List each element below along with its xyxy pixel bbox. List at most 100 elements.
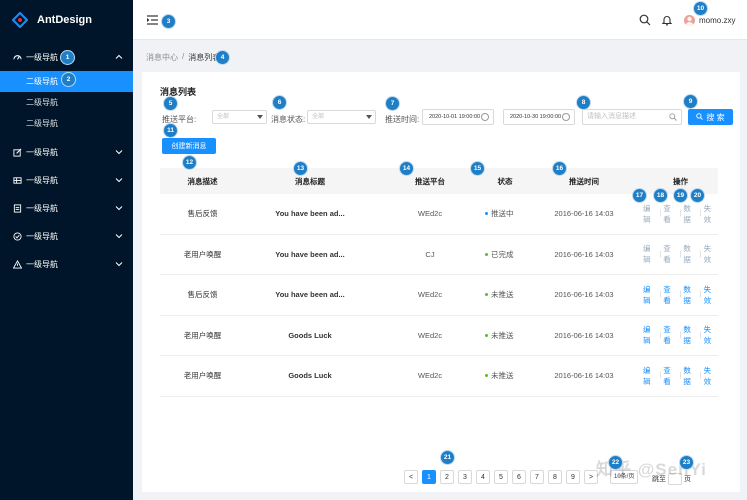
action-view-link[interactable]: 查看 <box>663 243 677 265</box>
edit-icon <box>12 147 22 157</box>
page-number-button[interactable]: 1 <box>422 470 436 484</box>
breadcrumb-separator: / <box>182 52 185 61</box>
action-view-link[interactable]: 查看 <box>663 365 677 387</box>
table-icon <box>12 175 22 185</box>
action-disable-link[interactable]: 失效 <box>704 203 718 225</box>
platform-select[interactable]: 全部 <box>212 110 267 124</box>
start-time-input[interactable]: 2020-10-01 19:00:00 <box>422 109 494 125</box>
marker-badge: 10 <box>693 1 708 16</box>
page-number-button[interactable]: 6 <box>512 470 526 484</box>
action-disable-link[interactable]: 失效 <box>704 324 718 346</box>
message-table: 消息描述 消息标题 推送平台 状态 推送时间 操作 售后反馈 You have b… <box>160 168 718 397</box>
message-title: Goods Luck <box>288 330 332 340</box>
prev-page-button[interactable]: < <box>404 470 418 484</box>
action-disable-link[interactable]: 失效 <box>704 284 718 306</box>
action-disable-link[interactable]: 失效 <box>704 365 718 387</box>
marker-badge: 22 <box>608 455 623 470</box>
marker-badge: 12 <box>182 155 197 170</box>
marker-badge: 5 <box>163 96 178 111</box>
marker-badge: 18 <box>653 188 668 203</box>
column-header: 状态 <box>497 176 513 186</box>
action-edit-link[interactable]: 编辑 <box>643 324 657 346</box>
message-platform: WEd2c <box>417 290 443 300</box>
message-title: You have been ad... <box>275 249 345 259</box>
sidebar-item-label: 一级导航 <box>26 175 58 185</box>
page-number-button[interactable]: 3 <box>458 470 472 484</box>
marker-badge: 3 <box>161 14 176 29</box>
bell-icon[interactable] <box>661 14 673 26</box>
sidebar-subitem-2[interactable]: 二级导航 <box>0 92 133 113</box>
clock-icon <box>562 113 570 121</box>
action-view-link[interactable]: 查看 <box>663 284 677 306</box>
action-data-link[interactable]: 数据 <box>683 284 697 306</box>
action-disable-link[interactable]: 失效 <box>704 243 718 265</box>
message-status: 已完成 <box>485 249 525 260</box>
profile-icon <box>12 203 22 213</box>
sidebar-item-2[interactable]: 一级导航 <box>0 138 133 166</box>
action-separator: | <box>679 250 682 258</box>
search-button[interactable]: 搜 索 <box>688 109 733 125</box>
table-row: 售后反馈 You have been ad... WEd2c 未推送 2016-06-1… <box>160 275 718 316</box>
message-desc: 老用户唤醒 <box>183 371 222 381</box>
status-text: 推送中 <box>491 209 514 219</box>
breadcrumb: 消息中心 / 消息列表 <box>146 52 220 63</box>
page-title: 消息列表 <box>160 87 197 97</box>
page-number-button[interactable]: 8 <box>548 470 562 484</box>
chevron-down-icon <box>115 204 123 212</box>
logo[interactable]: AntDesign <box>0 0 133 40</box>
action-edit-link[interactable]: 编辑 <box>643 365 657 387</box>
action-separator: | <box>659 372 662 380</box>
end-time-input[interactable]: 2020-10-30 19:00:00 <box>503 109 575 125</box>
action-edit-link[interactable]: 编辑 <box>643 243 657 265</box>
action-edit-link[interactable]: 编辑 <box>643 284 657 306</box>
action-separator: | <box>699 250 702 258</box>
message-desc: 售后反馈 <box>187 290 218 300</box>
table-row: 老用户唤醒 Goods Luck WEd2c 未推送 2016-06-16 14:03 编… <box>160 356 718 397</box>
action-view-link[interactable]: 查看 <box>663 203 677 225</box>
message-title: You have been ad... <box>275 290 345 300</box>
action-data-link[interactable]: 数据 <box>683 243 697 265</box>
sidebar-item-3[interactable]: 一级导航 <box>0 166 133 194</box>
message-time: 2016-06-16 14:03 <box>554 371 614 381</box>
sidebar-subitem-3[interactable]: 二级导航 <box>0 113 133 134</box>
table-body: 售后反馈 You have been ad... WEd2c 推送中 2016-06-1… <box>160 194 718 397</box>
action-data-link[interactable]: 数据 <box>683 203 697 225</box>
search-icon <box>669 113 677 121</box>
sidebar-item-6[interactable]: 一级导航 <box>0 250 133 278</box>
marker-badge: 13 <box>293 161 308 176</box>
action-data-link[interactable]: 数据 <box>683 365 697 387</box>
dashboard-icon <box>12 52 22 62</box>
row-actions: 编辑 | 查看 | 数据 | 失效 <box>643 324 718 346</box>
marker-badge: 9 <box>683 94 698 109</box>
status-select[interactable]: 全部 <box>307 110 376 124</box>
menu-fold-icon[interactable] <box>147 15 158 25</box>
page-number-button[interactable]: 9 <box>566 470 580 484</box>
status-text: 已完成 <box>491 249 514 259</box>
row-actions: 编辑 | 查看 | 数据 | 失效 <box>643 203 718 225</box>
message-status: 推送中 <box>485 208 525 219</box>
page-number-button[interactable]: 2 <box>440 470 454 484</box>
breadcrumb-parent[interactable]: 消息中心 <box>146 52 178 63</box>
message-platform: CJ <box>425 249 435 259</box>
page-number-button[interactable]: 7 <box>530 470 544 484</box>
status-text: 未推送 <box>491 330 514 340</box>
content-card: 消息列表 推送平台: 全部 消息状态: 全部 推送时间: 2020-10-01 … <box>142 72 740 492</box>
search-input[interactable]: 请输入消息描述 <box>582 109 682 125</box>
sidebar-item-4[interactable]: 一级导航 <box>0 194 133 222</box>
status-select-value: 全部 <box>312 114 325 120</box>
sidebar-item-5[interactable]: 一级导航 <box>0 222 133 250</box>
action-edit-link[interactable]: 编辑 <box>643 203 657 225</box>
username[interactable]: momo.zxy <box>699 16 735 25</box>
avatar[interactable] <box>684 15 695 26</box>
end-time-value: 2020-10-30 19:00:00 <box>510 114 562 120</box>
action-view-link[interactable]: 查看 <box>663 324 677 346</box>
message-platform: WEd2c <box>417 371 443 381</box>
page-number-button[interactable]: 4 <box>476 470 490 484</box>
top-header: momo.zxy <box>133 0 747 40</box>
column-header: 推送时间 <box>569 176 599 186</box>
action-data-link[interactable]: 数据 <box>683 324 697 346</box>
message-time: 2016-06-16 14:03 <box>554 330 614 340</box>
create-message-button[interactable]: 创建新消息 <box>162 138 216 154</box>
search-icon[interactable] <box>639 14 651 26</box>
page-number-button[interactable]: 5 <box>494 470 508 484</box>
